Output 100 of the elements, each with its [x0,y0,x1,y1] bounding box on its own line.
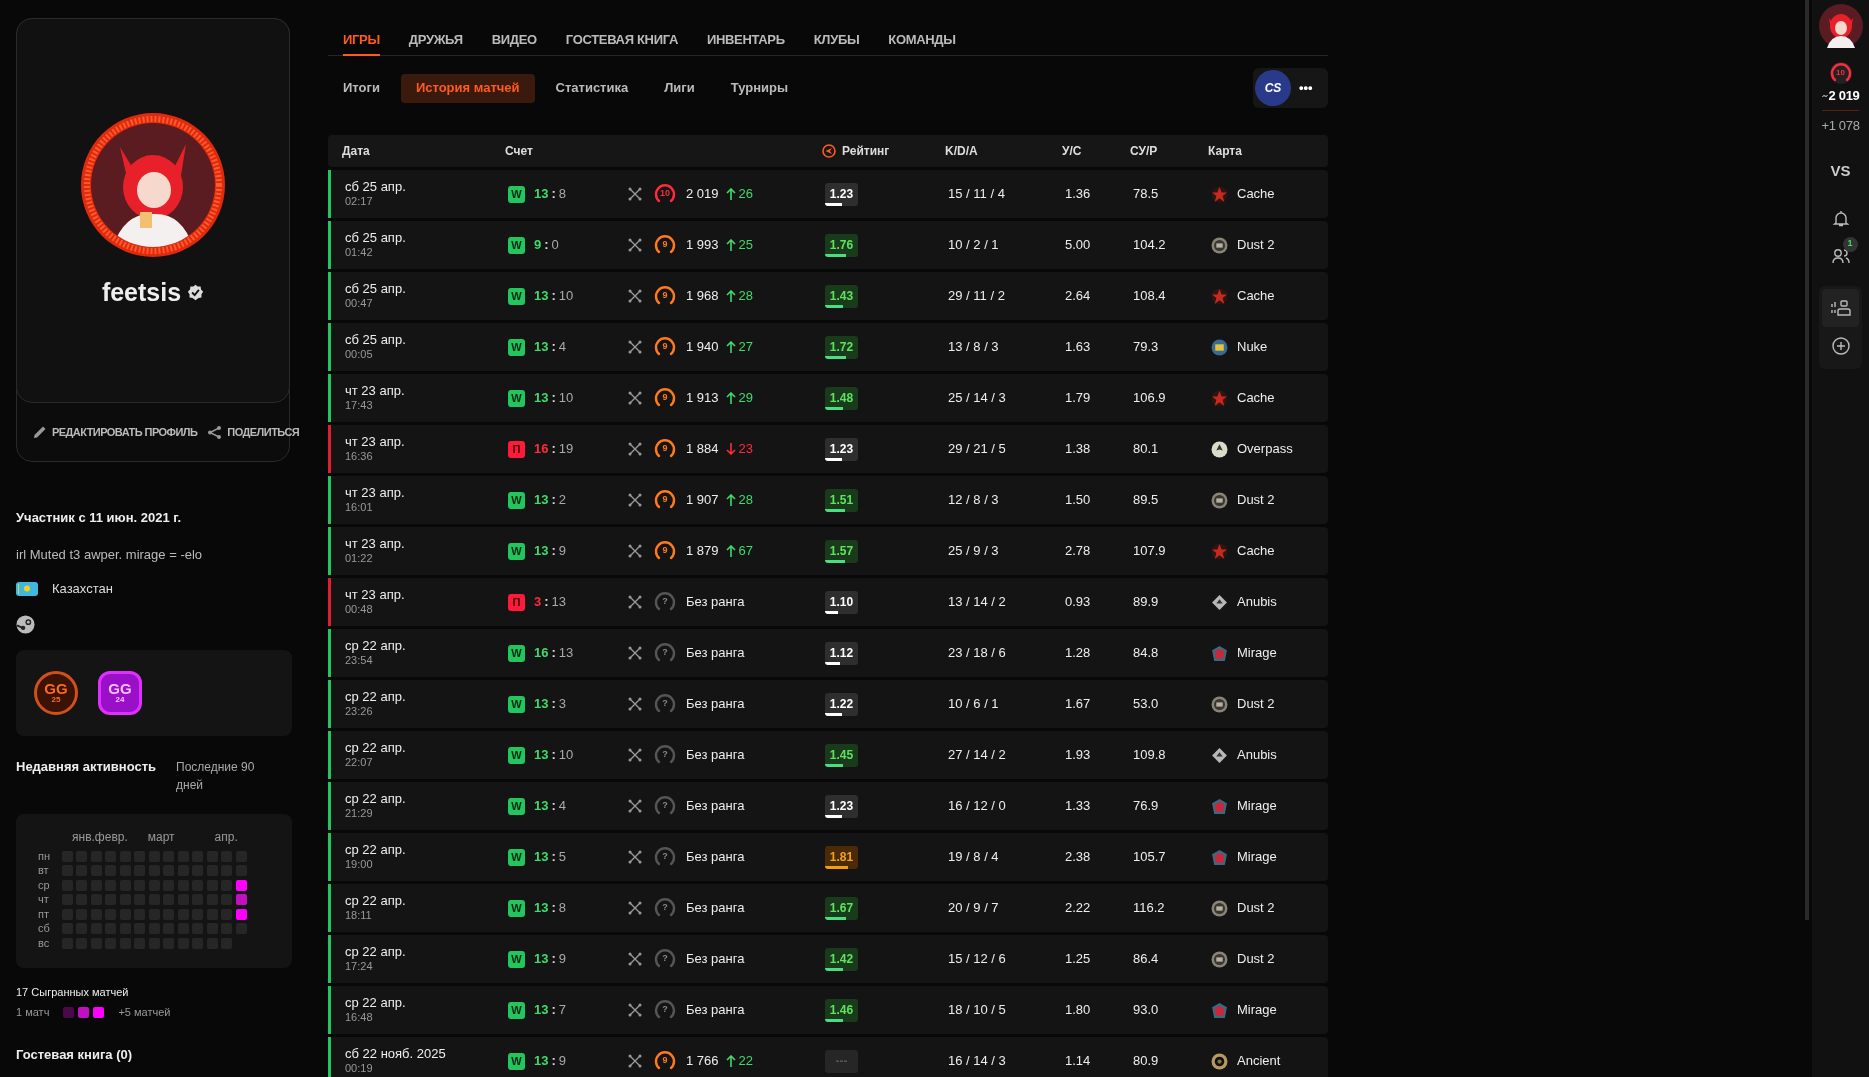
match-score: 13 : 9 [534,950,567,969]
elo-change: 28 [738,287,753,306]
nav-tab[interactable]: ДРУЖЬЯ [408,26,463,56]
result-badge: W [508,236,525,254]
rank-badge: ? [654,846,676,868]
elo-rating: 2 019 [686,185,719,204]
nav-tab[interactable]: ГОСТЕВАЯ КНИГА [565,26,678,56]
match-row[interactable]: ср 22 апр. 23:54 W 16 : 13 ? Без ранга 1.12 23 / 18 / 6 1.28 84.8 Mirage [328,629,1328,677]
match-date: ср 22 апр. [345,689,407,706]
match-date: ср 22 апр. [345,944,407,961]
result-badge: W [508,542,525,560]
kda-cell-text: 12 / 8 / 3 [948,491,1000,510]
crossed-swords-icon [628,799,642,813]
plus-circle-icon [1831,336,1850,355]
elo-change: 22 [738,1052,753,1071]
match-count: 17 Сыгранных матчей [16,984,130,1000]
table-cell-text: 2.78 [1065,542,1092,561]
kda-cell-text: 18 / 10 / 5 [948,1001,1007,1020]
sub-tab[interactable]: Лиги [649,73,710,103]
tilde-icon [1821,93,1828,98]
month-label: янв.февр. [72,828,128,844]
party-button[interactable] [1822,288,1859,327]
table-cell-text: 78.5 [1133,185,1160,204]
match-time: 23:54 [345,654,374,668]
sub-tab[interactable]: Турниры [715,73,804,103]
table-cell-text: 86.4 [1133,950,1160,969]
game-button[interactable]: CS [1255,70,1291,106]
sub-tab[interactable]: Итоги [328,73,395,103]
edit-button[interactable]: РЕДАКТИРОВАТЬ ПРОФИЛЬ [52,423,198,441]
elo-rating: 1 884 [686,440,719,459]
match-row[interactable]: ср 22 апр. 17:24 W 13 : 9 ? Без ранга 1.42 15 / 12 / 6 1.25 86.4 Dust 2 [328,935,1328,983]
match-row[interactable]: чт 23 апр. 00:48 П 3 : 13 ? Без ранга 1.10 13 / 14 / 2 0.93 89.9 Anubis [328,578,1328,626]
table-cell-text: 1.33 [1065,797,1092,816]
rank-label: Без ранга [686,746,745,765]
match-row[interactable]: сб 25 апр. 01:42 W 9 : 0 9 1 993 25 1.76 10 / 2 / 1 5.00 104.2 Dust 2 [328,221,1328,269]
table-cell-text: 108.4 [1133,287,1167,306]
table-cell-text: 1.79 [1065,389,1092,408]
arrow-up-icon [725,392,736,404]
table-cell-text: 1.67 [1065,695,1092,714]
match-row[interactable]: чт 23 апр. 16:36 П 16 : 19 9 1 884 23 1.23 29 / 21 / 5 1.38 80.1 Overpass [328,425,1328,473]
match-time: 00:48 [345,603,374,617]
crossed-swords-icon [628,493,642,507]
vs-button[interactable]: VS [1830,160,1851,183]
rank-badge: 9 [654,387,676,409]
match-row[interactable]: ср 22 апр. 18:11 W 13 : 8 ? Без ранга 1.67 20 / 9 / 7 2.22 116.2 Dust 2 [328,884,1328,932]
share-button[interactable]: ПОДЕЛИТЬСЯ [227,423,300,441]
bio-text: irl Muted t3 awper. mirage = -elo [16,545,204,564]
bell-icon [1832,209,1849,227]
map-name: Dust 2 [1237,236,1275,255]
table-cell-text: 2.22 [1065,899,1092,918]
match-row[interactable]: сб 25 апр. 02:17 W 13 : 8 10 2 019 26 1.23 15 / 11 / 4 1.36 78.5 Cache [328,170,1328,218]
match-score: 13 : 3 [534,695,567,714]
crossed-swords-icon [628,1054,642,1068]
rank-badge: 9 [654,540,676,562]
match-row[interactable]: ср 22 апр. 23:26 W 13 : 3 ? Без ранга 1.22 10 / 6 / 1 1.67 53.0 Dust 2 [328,680,1328,728]
match-row[interactable]: ср 22 апр. 21:29 W 13 : 4 ? Без ранга 1.23 16 / 12 / 0 1.33 76.9 Mirage [328,782,1328,830]
result-badge: W [508,848,525,866]
match-time: 16:01 [345,501,374,515]
kda-cell-text: 27 / 14 / 2 [948,746,1007,765]
rating-badge: 1.81 [825,845,858,869]
match-row[interactable]: ср 22 апр. 19:00 W 13 : 5 ? Без ранга 1.81 19 / 8 / 4 2.38 105.7 Mirage [328,833,1328,881]
map-name: Nuke [1237,338,1268,357]
nav-tab[interactable]: КЛУБЫ [813,26,860,56]
game-switcher[interactable]: CS ••• [1253,68,1328,108]
nav-tab[interactable]: КОМАНДЫ [888,26,956,56]
match-row[interactable]: чт 23 апр. 17:43 W 13 : 10 9 1 913 29 1.48 25 / 14 / 3 1.79 106.9 Cache [328,374,1328,422]
crossed-swords-icon [628,850,642,864]
rank-badge: 10 [1829,62,1852,84]
match-time: 00:47 [345,297,374,311]
elo-change: 25 [738,236,753,255]
match-row[interactable]: сб 25 апр. 00:05 W 13 : 4 9 1 940 27 1.72 13 / 8 / 3 1.63 79.3 Nuke [328,323,1328,371]
rank-badge: ? [654,999,676,1021]
arrow-up-icon [725,1055,736,1067]
rating-badge: 1.51 [825,488,858,512]
table-cell-text: 89.9 [1133,593,1160,612]
nav-tab[interactable]: ИНВЕНТАРЬ [706,26,785,56]
nav-tab[interactable]: ВИДЕО [491,26,537,56]
result-badge: П [508,440,525,458]
map-name: Anubis [1237,593,1277,612]
column-header: K/D/A [945,143,979,160]
rating-badge: --- [825,1049,858,1073]
match-row[interactable]: чт 23 апр. 16:01 W 13 : 2 9 1 907 28 1.51 12 / 8 / 3 1.50 89.5 Dust 2 [328,476,1328,524]
rank-badge: ? [654,897,676,919]
match-row[interactable]: ср 22 апр. 16:48 W 13 : 7 ? Без ранга 1.46 18 / 10 / 5 1.80 93.0 Mirage [328,986,1328,1034]
sub-tab[interactable]: История матчей [400,73,535,103]
match-row[interactable]: ср 22 апр. 22:07 W 13 : 10 ? Без ранга 1.45 27 / 14 / 2 1.93 109.8 Anubis [328,731,1328,779]
kda-cell-text: 16 / 14 / 3 [948,1052,1007,1071]
nav-tab[interactable]: ИГРЫ [343,26,380,56]
member-since: Участник с 11 июн. 2021 г. [16,509,183,527]
more-button[interactable]: ••• [1299,78,1313,98]
sub-tab[interactable]: Статистика [540,73,644,103]
match-row[interactable]: сб 25 апр. 00:47 W 13 : 10 9 1 968 28 1.43 29 / 11 / 2 2.64 108.4 Cache [328,272,1328,320]
match-row[interactable]: сб 22 нояб. 2025 00:19 W 13 : 9 9 1 766 22 --- 16 / 14 / 3 1.14 80.9 Ancient [328,1037,1328,1077]
match-score: 13 : 10 [534,746,574,765]
match-date: чт 23 апр. [345,485,406,502]
match-date: ср 22 апр. [345,893,407,910]
match-row[interactable]: чт 23 апр. 01:22 W 13 : 9 9 1 879 67 1.57 25 / 9 / 3 2.78 107.9 Cache [328,527,1328,575]
day-label: вс [38,937,51,949]
friends-icon [1831,247,1850,264]
crossed-swords-icon [628,1003,642,1017]
